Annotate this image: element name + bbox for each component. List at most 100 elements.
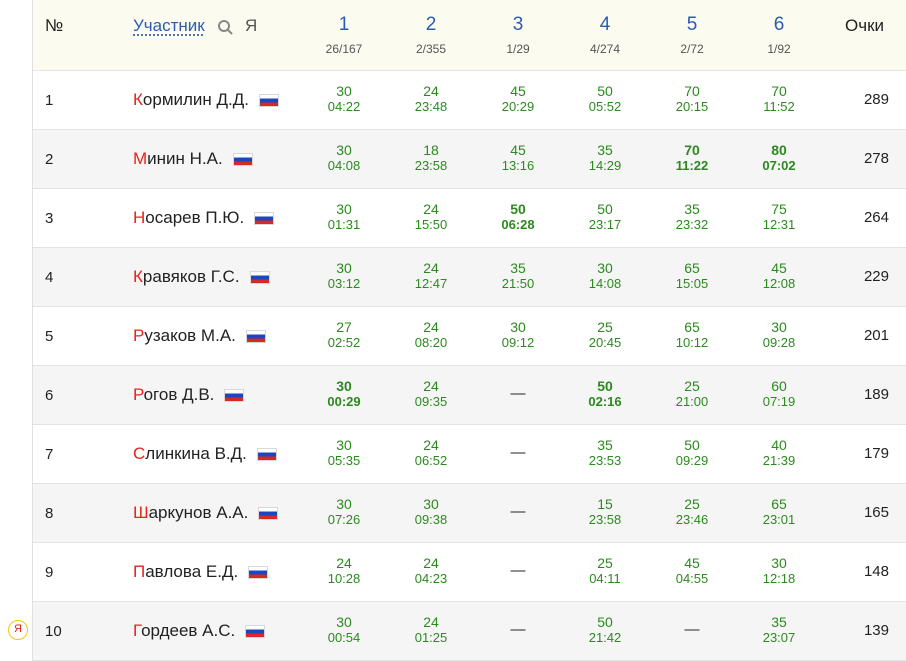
- result-cell[interactable]: 25 04:11: [570, 556, 640, 587]
- result-time: 15:50: [414, 217, 448, 232]
- result-cell[interactable]: 50 23:17: [570, 202, 640, 233]
- task-header-4[interactable]: 4 4/274: [570, 14, 640, 56]
- result-cell[interactable]: 35 23:07: [744, 615, 814, 646]
- result-cell[interactable]: 30 14:08: [570, 261, 640, 292]
- result-cell[interactable]: 45 12:08: [744, 261, 814, 292]
- participant-name[interactable]: Кормилин Д.Д.: [133, 90, 279, 110]
- result-time: 00:29: [327, 394, 361, 409]
- result-cell[interactable]: 30 04:22: [309, 83, 379, 115]
- result-cell[interactable]: 30 04:08: [309, 143, 379, 174]
- result-time: 21:42: [588, 630, 622, 645]
- result-cell[interactable]: 65 23:01: [744, 497, 814, 528]
- result-cell[interactable]: 30 07:26: [309, 497, 379, 528]
- result-time: 04:23: [414, 571, 448, 586]
- result-cell[interactable]: 50 09:29: [657, 438, 727, 469]
- task-header-6[interactable]: 6 1/92: [744, 14, 814, 56]
- rank: 1: [45, 92, 54, 109]
- search-icon[interactable]: [217, 19, 233, 35]
- participant-name[interactable]: Носарев П.Ю.: [133, 208, 275, 228]
- result-cell[interactable]: 24 08:20: [396, 320, 466, 351]
- result-time: 12:47: [414, 276, 448, 291]
- no-result-dash: —: [684, 621, 700, 638]
- result-cell[interactable]: 30 00:29: [309, 379, 379, 410]
- result-cell[interactable]: 30 00:54: [309, 615, 379, 646]
- result-cell[interactable]: 65 15:05: [657, 261, 727, 292]
- result-points: 30: [336, 83, 352, 99]
- result-cell[interactable]: 18 23:58: [396, 143, 466, 174]
- result-cell[interactable]: 35 23:53: [570, 438, 640, 469]
- name-initial: С: [133, 444, 146, 463]
- result-cell[interactable]: 30 09:12: [483, 320, 553, 351]
- participant-column-header[interactable]: Участник: [133, 16, 205, 36]
- task-header-1[interactable]: 1 26/167: [309, 14, 379, 56]
- result-cell[interactable]: 25 21:00: [657, 379, 727, 410]
- participant-name[interactable]: Минин Н.А.: [133, 149, 253, 169]
- participant-name[interactable]: Шаркунов А.А.: [133, 503, 279, 523]
- result-points: 65: [684, 319, 700, 335]
- participant-name[interactable]: Слинкина В.Д.: [133, 444, 277, 464]
- result-cell[interactable]: 70 11:22: [657, 142, 727, 174]
- result-cell[interactable]: 30 12:18: [744, 555, 814, 587]
- result-time: 14:29: [588, 158, 622, 173]
- result-time: 01:31: [327, 217, 361, 232]
- result-cell[interactable]: 24 10:28: [309, 556, 379, 587]
- result-points: 70: [684, 142, 700, 158]
- table-row: 9 Павлова Е.Д. 24 10:28 24 04:23—25 04:11 45 04:…: [33, 543, 906, 602]
- result-points: 45: [510, 142, 526, 158]
- result-cell[interactable]: 45 13:16: [483, 142, 553, 174]
- result-points: 50: [597, 378, 613, 394]
- result-cell[interactable]: 65 10:12: [657, 319, 727, 351]
- result-cell[interactable]: 30 09:38: [396, 497, 466, 528]
- result-cell[interactable]: 24 06:52: [396, 438, 466, 469]
- result-cell[interactable]: 70 11:52: [744, 83, 814, 115]
- result-cell[interactable]: 80 07:02: [744, 143, 814, 174]
- result-cell[interactable]: 45 20:29: [483, 84, 553, 115]
- result-cell[interactable]: 25 23:46: [657, 497, 727, 528]
- task-header-2[interactable]: 2 2/355: [396, 14, 466, 56]
- result-cell[interactable]: 24 15:50: [396, 201, 466, 233]
- result-cell[interactable]: 70 20:15: [657, 84, 727, 115]
- result-cell[interactable]: 25 20:45: [570, 320, 640, 351]
- result-points: 24: [423, 201, 439, 217]
- result-cell[interactable]: 24 12:47: [396, 261, 466, 292]
- task-number: 3: [512, 14, 524, 35]
- participant-name[interactable]: Гордеев А.С.: [133, 621, 266, 641]
- result-cell[interactable]: 35 14:29: [570, 143, 640, 174]
- result-cell[interactable]: 30 09:28: [744, 319, 814, 351]
- participant-name[interactable]: Рузаков М.А.: [133, 326, 266, 346]
- result-cell[interactable]: 30 03:12: [309, 260, 379, 292]
- result-cell[interactable]: 60 07:19: [744, 379, 814, 410]
- result-cell[interactable]: 24 04:23: [396, 556, 466, 587]
- result-cell[interactable]: 15 23:58: [570, 497, 640, 528]
- task-header-5[interactable]: 5 2/72: [657, 14, 727, 56]
- result-points: 30: [771, 555, 787, 571]
- participant-name[interactable]: Павлова Е.Д.: [133, 562, 269, 582]
- result-cell[interactable]: 50 05:52: [570, 84, 640, 115]
- result-points: 30: [771, 319, 787, 335]
- result-points: 30: [336, 260, 352, 276]
- result-cell[interactable]: 35 23:32: [657, 202, 727, 233]
- result-cell[interactable]: 75 12:31: [744, 202, 814, 233]
- result-cell[interactable]: 30 01:31: [309, 202, 379, 233]
- result-cell[interactable]: 30 05:35: [309, 438, 379, 469]
- result-cell[interactable]: 50 06:28: [483, 202, 553, 233]
- russia-flag-icon: [259, 94, 279, 108]
- me-marker-icon[interactable]: Я: [8, 620, 28, 640]
- result-cell[interactable]: 35 21:50: [483, 261, 553, 292]
- participant-name[interactable]: Кравяков Г.С.: [133, 267, 270, 287]
- result-cell[interactable]: 45 04:55: [657, 556, 727, 587]
- result-cell[interactable]: 24 23:48: [396, 84, 466, 115]
- result-cell[interactable]: 50 21:42: [570, 615, 640, 646]
- participant-name[interactable]: Рогов Д.В.: [133, 385, 245, 405]
- result-cell[interactable]: 50 02:16: [570, 378, 640, 410]
- result-cell[interactable]: 40 21:39: [744, 438, 814, 469]
- result-cell[interactable]: 24 01:25: [396, 615, 466, 646]
- me-filter-button[interactable]: Я: [245, 16, 257, 36]
- result-cell[interactable]: 24 09:35: [396, 378, 466, 410]
- rank: 2: [45, 151, 54, 168]
- russia-flag-icon: [245, 625, 266, 639]
- result-points: 24: [423, 378, 439, 394]
- result-cell[interactable]: 27 02:52: [309, 320, 379, 351]
- result-points: 70: [771, 83, 787, 99]
- task-header-3[interactable]: 3 1/29: [483, 14, 553, 56]
